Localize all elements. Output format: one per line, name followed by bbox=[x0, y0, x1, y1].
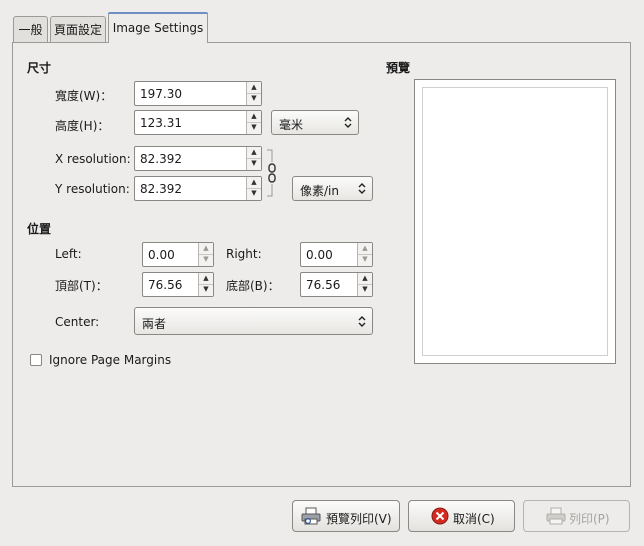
top-margin-value: 76.56 bbox=[148, 278, 183, 292]
print-preview-label: 預覽列印(V) bbox=[326, 512, 392, 526]
width-spin-buttons: ▲ ▼ bbox=[246, 82, 261, 105]
right-margin-label: Right: bbox=[226, 247, 262, 261]
print-label: 列印(P) bbox=[569, 512, 610, 526]
cancel-icon bbox=[431, 507, 449, 528]
tab-image-settings-label: Image Settings bbox=[112, 21, 204, 35]
size-unit-arrow-icon bbox=[343, 116, 353, 133]
tab-general-label: 一般 bbox=[18, 23, 43, 37]
ignore-margins-label[interactable]: Ignore Page Margins bbox=[49, 353, 171, 367]
bottom-margin-label: 底部(B)： bbox=[226, 279, 280, 293]
right-margin-spinbox[interactable]: 0.00 ▲ ▼ bbox=[300, 242, 373, 267]
size-unit-combo[interactable]: 毫米 bbox=[271, 110, 359, 135]
cancel-label: 取消(C) bbox=[453, 512, 495, 526]
cancel-button[interactable]: 取消(C) bbox=[408, 500, 515, 532]
resolution-unit-arrow-icon bbox=[357, 182, 367, 199]
width-label: 寬度(W)： bbox=[55, 89, 113, 103]
preview-area bbox=[414, 79, 616, 364]
right-margin-decrement-icon[interactable]: ▼ bbox=[358, 254, 372, 265]
chain-link-icon[interactable] bbox=[266, 148, 278, 198]
left-margin-decrement-icon[interactable]: ▼ bbox=[199, 254, 213, 265]
x-resolution-spin-buttons: ▲ ▼ bbox=[246, 147, 261, 170]
resolution-unit-combo[interactable]: 像素/in bbox=[292, 176, 373, 201]
ignore-margins-checkbox[interactable] bbox=[30, 354, 42, 366]
y-resolution-value: 82.392 bbox=[140, 182, 182, 196]
center-value: 兩者 bbox=[142, 317, 167, 331]
bottom-margin-value: 76.56 bbox=[306, 278, 341, 292]
top-margin-label: 頂部(T)： bbox=[55, 279, 108, 293]
y-resolution-decrement-icon[interactable]: ▼ bbox=[247, 188, 261, 199]
printer-icon bbox=[546, 507, 566, 528]
y-resolution-spin-buttons: ▲ ▼ bbox=[246, 177, 261, 200]
width-decrement-icon[interactable]: ▼ bbox=[247, 93, 261, 104]
x-resolution-decrement-icon[interactable]: ▼ bbox=[247, 158, 261, 169]
center-label: Center: bbox=[55, 315, 100, 329]
height-decrement-icon[interactable]: ▼ bbox=[247, 122, 261, 133]
right-margin-spin-buttons: ▲ ▼ bbox=[357, 243, 372, 266]
bottom-margin-decrement-icon[interactable]: ▼ bbox=[358, 284, 372, 295]
height-label: 高度(H)： bbox=[55, 119, 110, 133]
top-margin-spinbox[interactable]: 76.56 ▲ ▼ bbox=[142, 272, 214, 297]
width-value: 197.30 bbox=[140, 87, 182, 101]
preview-page bbox=[422, 87, 608, 356]
printer-preview-icon bbox=[301, 507, 321, 528]
top-margin-spin-buttons: ▲ ▼ bbox=[198, 273, 213, 296]
height-spinbox[interactable]: 123.31 ▲ ▼ bbox=[134, 110, 262, 135]
left-margin-value: 0.00 bbox=[148, 248, 175, 262]
preview-title: 預覽 bbox=[386, 61, 411, 75]
center-combo[interactable]: 兩者 bbox=[134, 307, 373, 335]
center-arrow-icon bbox=[357, 315, 367, 332]
height-spin-buttons: ▲ ▼ bbox=[246, 111, 261, 134]
x-resolution-value: 82.392 bbox=[140, 152, 182, 166]
tab-page-setup-label: 頁面設定 bbox=[53, 23, 102, 37]
left-margin-label: Left: bbox=[55, 247, 82, 261]
right-margin-value: 0.00 bbox=[306, 248, 333, 262]
width-spinbox[interactable]: 197.30 ▲ ▼ bbox=[134, 81, 262, 106]
top-margin-decrement-icon[interactable]: ▼ bbox=[199, 284, 213, 295]
bottom-margin-spin-buttons: ▲ ▼ bbox=[357, 273, 372, 296]
resolution-unit-value: 像素/in bbox=[300, 184, 339, 198]
height-value: 123.31 bbox=[140, 116, 182, 130]
position-section-title: 位置 bbox=[27, 222, 52, 236]
print-button[interactable]: 列印(P) bbox=[523, 500, 630, 532]
left-margin-spinbox[interactable]: 0.00 ▲ ▼ bbox=[142, 242, 214, 267]
x-resolution-spinbox[interactable]: 82.392 ▲ ▼ bbox=[134, 146, 262, 171]
y-resolution-label: Y resolution: bbox=[55, 182, 130, 196]
size-unit-value: 毫米 bbox=[279, 118, 304, 132]
tab-page-setup[interactable]: 頁面設定 bbox=[50, 16, 106, 42]
tab-general[interactable]: 一般 bbox=[13, 16, 48, 42]
bottom-margin-spinbox[interactable]: 76.56 ▲ ▼ bbox=[300, 272, 373, 297]
tab-image-settings[interactable]: Image Settings bbox=[108, 12, 208, 43]
left-margin-spin-buttons: ▲ ▼ bbox=[198, 243, 213, 266]
print-preview-button[interactable]: 預覽列印(V) bbox=[292, 500, 400, 532]
size-section-title: 尺寸 bbox=[27, 61, 52, 75]
y-resolution-spinbox[interactable]: 82.392 ▲ ▼ bbox=[134, 176, 262, 201]
x-resolution-label: X resolution: bbox=[55, 152, 131, 166]
